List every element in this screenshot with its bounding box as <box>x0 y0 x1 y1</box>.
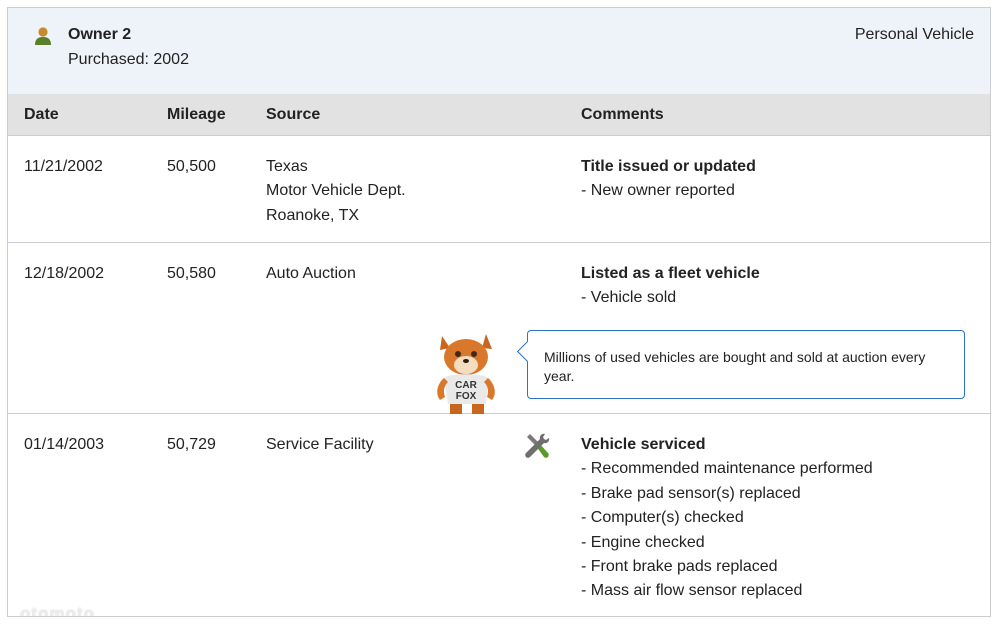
carfox-mascot-icon: CAR FOX <box>437 334 495 414</box>
comment-line: - Computer(s) checked <box>581 509 744 527</box>
comment-line: - Brake pad sensor(s) replaced <box>581 484 801 502</box>
comment-line: - Mass air flow sensor replaced <box>581 582 803 600</box>
row-source: Auto Auction <box>266 262 356 286</box>
header-source: Source <box>266 106 321 123</box>
owner-purchased-date: Purchased: 2002 <box>68 51 189 68</box>
row-date: 11/21/2002 <box>24 158 103 175</box>
row-mileage: 50,729 <box>167 436 216 453</box>
owner-title: Owner 2 <box>68 26 132 43</box>
header-mileage: Mileage <box>167 106 226 123</box>
row-source: Service Facility <box>266 433 374 457</box>
wrench-screwdriver-icon <box>525 433 550 458</box>
source-line: Motor Vehicle Dept. <box>266 182 406 200</box>
watermark-logo: otomoto <box>20 604 95 617</box>
comment-line: - New owner reported <box>581 182 735 200</box>
mascot-shirt-text: CAR <box>455 380 477 391</box>
header-date: Date <box>24 106 59 123</box>
source-line: Texas <box>266 158 308 175</box>
table-row: 01/14/2003 50,729 Service Facility Vehic… <box>8 413 990 616</box>
row-mileage: 50,580 <box>167 265 216 282</box>
comment-title: Title issued or updated <box>581 158 756 175</box>
comment-line: - Recommended maintenance performed <box>581 460 873 478</box>
mascot-shirt-text: FOX <box>456 391 477 402</box>
owner-header: Owner 2 Purchased: 2002 Personal Vehicle <box>8 8 990 95</box>
auction-info-tooltip: Millions of used vehicles are bought and… <box>516 330 965 399</box>
table-header: Date Mileage Source Comments <box>8 94 990 136</box>
person-icon <box>35 27 51 45</box>
vehicle-type: Personal Vehicle <box>854 26 974 43</box>
comment-title: Listed as a fleet vehicle <box>581 265 760 282</box>
comment-line: - Engine checked <box>581 533 705 551</box>
table-row: 11/21/2002 50,500 Texas Motor Vehicle De… <box>8 135 990 243</box>
row-comments: Title issued or updated - New owner repo… <box>581 155 756 204</box>
source-line: Roanoke, TX <box>266 206 360 224</box>
comment-line: - Vehicle sold <box>581 289 677 307</box>
row-comments: Vehicle serviced - Recommended maintenan… <box>581 433 873 604</box>
row-date: 01/14/2003 <box>24 436 105 453</box>
row-source: Texas Motor Vehicle Dept. Roanoke, TX <box>266 155 406 228</box>
row-comments: Listed as a fleet vehicle - Vehicle sold <box>581 262 760 311</box>
comment-title: Vehicle serviced <box>581 436 706 453</box>
header-comments: Comments <box>581 106 664 123</box>
source-line: Service Facility <box>266 436 374 453</box>
tooltip-text: Millions of used vehicles are bought and… <box>544 349 926 384</box>
row-date: 12/18/2002 <box>24 265 105 282</box>
row-mileage: 50,500 <box>167 158 216 175</box>
source-line: Auto Auction <box>266 265 356 282</box>
comment-line: - Front brake pads replaced <box>581 558 778 576</box>
vehicle-history-card: Owner 2 Purchased: 2002 Personal Vehicle… <box>7 7 991 617</box>
